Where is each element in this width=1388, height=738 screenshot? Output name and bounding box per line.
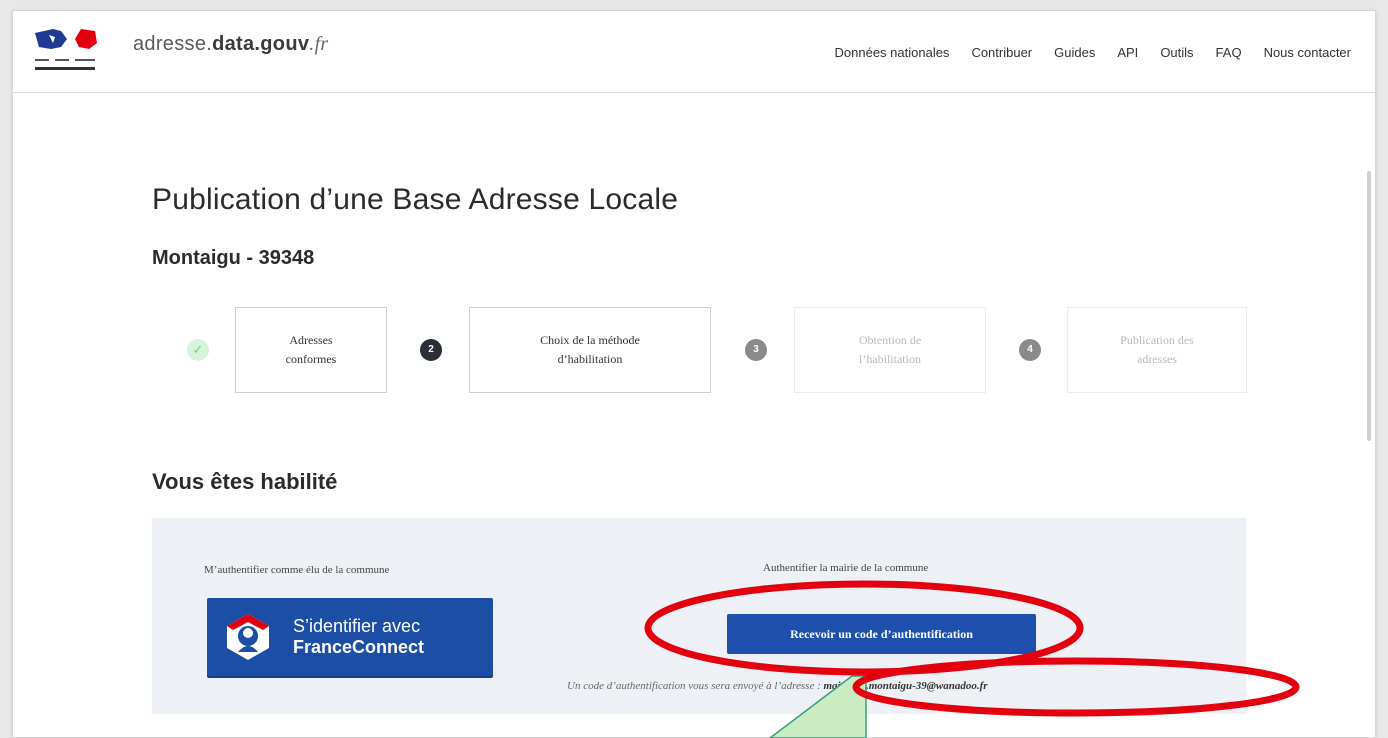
mairie-email: mairie.de.montaigu-39@wanadoo.fr (823, 680, 988, 692)
step-3-box: Obtention de l’habilitation (794, 307, 986, 393)
step-4-label-line1: Publication des (1120, 332, 1194, 347)
franceconnect-button[interactable]: S’identifier avec FranceConnect (207, 598, 493, 676)
step-4-number: 4 (1019, 339, 1041, 361)
site-name-suffix: .fr (309, 33, 329, 55)
site-name-main: data.gouv (212, 33, 310, 55)
site-name-prefix: adresse. (133, 33, 213, 55)
step-2-box: Choix de la méthode d’habilitation (469, 307, 711, 393)
receive-code-button[interactable]: Recevoir un code d’authentification (727, 614, 1036, 654)
nav-guides[interactable]: Guides (1054, 45, 1095, 60)
mairie-label: Authentifier la mairie de la commune (763, 562, 929, 574)
republique-francaise-logo[interactable] (31, 25, 127, 81)
nav-api[interactable]: API (1117, 45, 1138, 60)
nav-faq[interactable]: FAQ (1216, 45, 1242, 60)
step-4-box: Publication des adresses (1067, 307, 1247, 393)
step-3-label-line2: l’habilitation (858, 352, 921, 366)
code-note: Un code d’authentification vous sera env… (567, 680, 1227, 692)
section-title-habilite: Vous êtes habilité (152, 469, 338, 494)
nav-contribuer[interactable]: Contribuer (971, 45, 1032, 60)
step-2-label-line2: d’habilitation (557, 352, 623, 366)
nav-outils[interactable]: Outils (1160, 45, 1193, 60)
step-3-number: 3 (745, 339, 767, 361)
step-1-box: Adresses conformes (235, 307, 387, 393)
step-3-label-line1: Obtention de (858, 332, 922, 347)
site-header: adresse.data.gouv.fr Données nationales … (13, 11, 1375, 93)
site-name[interactable]: adresse.data.gouv.fr (133, 33, 329, 56)
browser-page: adresse.data.gouv.fr Données nationales … (12, 10, 1376, 738)
auth-panel: M’authentifier comme élu de la commune S… (152, 518, 1246, 714)
nav-donnees-nationales[interactable]: Données nationales (835, 45, 950, 60)
step-1-check-icon: ✓ (187, 339, 209, 361)
step-4-label-line2: adresses (1137, 352, 1177, 366)
franceconnect-line1: S’identifier avec (293, 616, 421, 637)
franceconnect-icon (219, 608, 277, 666)
screenshot-frame: adresse.data.gouv.fr Données nationales … (0, 0, 1388, 738)
main-nav: Données nationales Contribuer Guides API… (835, 45, 1351, 60)
code-note-text: Un code d’authentification vous sera env… (567, 680, 824, 692)
nav-nous-contacter[interactable]: Nous contacter (1264, 45, 1351, 60)
step-1-label-line2: conformes (285, 352, 337, 366)
page-title: Publication d’une Base Adresse Locale (152, 183, 679, 216)
scrollbar[interactable] (1367, 171, 1371, 441)
step-2-number: 2 (420, 339, 442, 361)
step-2-label-line1: Choix de la méthode (540, 332, 640, 347)
commune-name: Montaigu - 39348 (152, 247, 315, 269)
franceconnect-line2: FranceConnect (293, 637, 425, 657)
step-1-label-line1: Adresses (289, 332, 333, 347)
elu-label: M’authentifier comme élu de la commune (204, 564, 390, 576)
